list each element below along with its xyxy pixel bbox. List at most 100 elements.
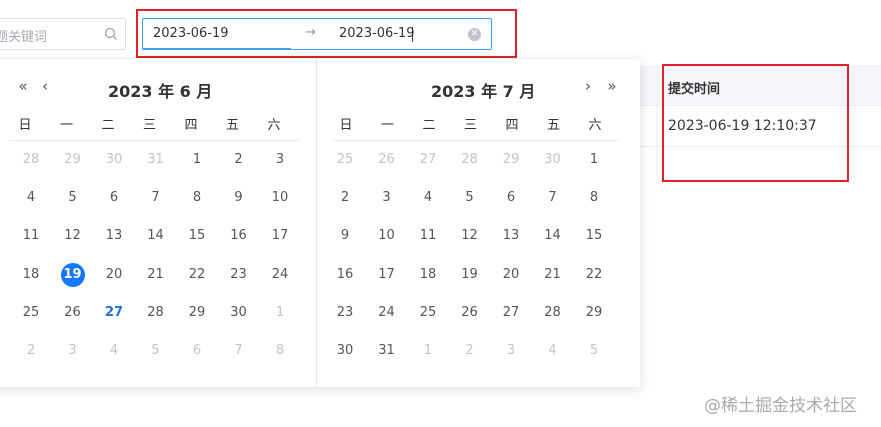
calendar-day[interactable]: 25 [16, 298, 46, 328]
next-year-icon[interactable]: » [603, 77, 621, 95]
calendar-day: 30 [105, 152, 123, 167]
weekday-header-right: 日一二三四五六 [331, 111, 621, 141]
weekday-label: 一 [59, 118, 73, 133]
calendar-day: 5 [589, 343, 599, 358]
calendar-day[interactable]: 14 [141, 221, 171, 251]
calendar-day: 1 [275, 304, 285, 320]
calendar-day[interactable]: 7 [141, 183, 171, 213]
calendar-day[interactable]: 17 [372, 260, 402, 290]
calendar-day[interactable]: 17 [265, 221, 295, 251]
calendar-day: 8 [275, 343, 285, 358]
calendar-day[interactable]: 16 [330, 260, 360, 290]
calendar-day[interactable]: 1 [579, 145, 609, 175]
calendar-day: 26 [378, 152, 395, 167]
calendar-day[interactable]: 13 [99, 221, 129, 251]
calendar-day[interactable]: 5 [455, 183, 485, 213]
calendar-day[interactable]: 10 [372, 221, 402, 251]
calendar-day[interactable]: 4 [16, 183, 46, 213]
calendar-day: 1 [423, 343, 433, 358]
calendar-title-right: 2023 年 7 月 [431, 82, 536, 101]
calendar-day[interactable]: 15 [579, 221, 609, 251]
next-month-icon[interactable]: › [579, 77, 597, 95]
weekday-label: 二 [101, 118, 115, 133]
calendar-day[interactable]: 4 [413, 183, 443, 213]
calendar-day[interactable]: 3 [372, 183, 402, 213]
calendar-day[interactable]: 3 [265, 145, 295, 175]
calendar-day-selected[interactable]: 19 [58, 260, 88, 290]
calendar-day[interactable]: 8 [182, 183, 212, 213]
weekday-label: 五 [546, 118, 560, 133]
calendar-day[interactable]: 21 [538, 260, 568, 290]
calendar-day: 29 [502, 152, 520, 167]
calendar-day[interactable]: 8 [579, 183, 609, 213]
weekday-label: 三 [463, 118, 477, 133]
weekday-header-left: 日一二三四五六 [10, 111, 300, 141]
search-placeholder: 题关键词 [0, 30, 48, 45]
calendar-day: 7 [234, 343, 243, 358]
calendar-day[interactable]: 7 [538, 183, 568, 213]
calendar-day[interactable]: 6 [99, 183, 129, 213]
calendar-day[interactable]: 27 [496, 298, 526, 328]
calendar-day[interactable]: 18 [413, 260, 443, 290]
calendar-day[interactable]: 26 [455, 298, 485, 328]
calendar-day[interactable]: 18 [16, 260, 46, 290]
calendar-day[interactable]: 24 [265, 260, 295, 290]
weekday-label: 六 [267, 118, 281, 133]
prev-month-icon[interactable]: ‹ [36, 77, 54, 95]
watermark: @稀土掘金技术社区 [704, 396, 857, 416]
search-input[interactable]: 题关键词 [0, 18, 126, 50]
calendar-day[interactable]: 30 [224, 298, 254, 328]
calendar-day[interactable]: 10 [265, 183, 295, 213]
calendar-day[interactable]: 25 [413, 298, 443, 328]
calendar-day[interactable]: 12 [58, 221, 88, 251]
calendar-day[interactable]: 19 [455, 260, 485, 290]
calendar-day: 2 [26, 343, 36, 358]
calendar-day[interactable]: 28 [141, 298, 171, 328]
calendar-day[interactable]: 24 [372, 298, 402, 328]
calendar-panel-july: 2023 年 7 月 › » 日一二三四五六 25 26 27 28 29 30 1 2 3 4 5… [316, 59, 642, 387]
calendar-day[interactable]: 29 [182, 298, 212, 328]
calendar-day[interactable]: 5 [58, 183, 88, 213]
calendar-day[interactable]: 14 [538, 221, 568, 251]
calendar-day[interactable]: 22 [182, 260, 212, 290]
calendar-day[interactable]: 1 [182, 145, 212, 175]
calendar-day[interactable]: 12 [455, 221, 485, 251]
calendar-day: 31 [147, 152, 164, 167]
calendar-day: 3 [506, 343, 516, 358]
search-icon[interactable] [103, 26, 119, 42]
calendar-day[interactable]: 15 [182, 221, 212, 251]
calendar-day: 6 [192, 343, 202, 358]
calendar-day[interactable]: 20 [496, 260, 526, 290]
calendar-day[interactable]: 30 [330, 336, 360, 366]
calendar-day[interactable]: 23 [224, 260, 254, 290]
calendar-title-left: 2023 年 6 月 [108, 82, 213, 101]
calendar-day-today[interactable]: 27 [99, 298, 129, 328]
calendar-day[interactable]: 16 [224, 221, 254, 251]
annotation-box-submit-time [662, 64, 849, 182]
calendar-day[interactable]: 13 [496, 221, 526, 251]
weekday-label: 日 [18, 118, 32, 133]
calendar-day[interactable]: 26 [58, 298, 88, 328]
prev-year-icon[interactable]: « [14, 77, 32, 95]
weekday-label: 六 [588, 118, 602, 133]
weekday-label: 四 [505, 118, 519, 133]
calendar-day[interactable]: 31 [372, 336, 402, 366]
calendar-day: 3 [68, 343, 77, 358]
weekday-label: 二 [422, 118, 436, 133]
calendar-day[interactable]: 28 [538, 298, 568, 328]
calendar-day[interactable]: 21 [141, 260, 171, 290]
calendar-day[interactable]: 11 [16, 221, 46, 251]
calendar-day[interactable]: 9 [224, 183, 254, 213]
calendar-day[interactable]: 29 [579, 298, 609, 328]
calendar-day[interactable]: 6 [496, 183, 526, 213]
calendar-day[interactable]: 20 [99, 260, 129, 290]
calendar-day[interactable]: 2 [330, 183, 360, 213]
calendar-day[interactable]: 23 [330, 298, 360, 328]
calendar-day[interactable]: 11 [413, 221, 443, 251]
calendar-day: 28 [22, 152, 40, 167]
calendar-day: 5 [151, 343, 160, 358]
calendar-day[interactable]: 9 [330, 221, 360, 251]
calendar-day[interactable]: 2 [224, 145, 254, 175]
calendar-day[interactable]: 22 [579, 260, 609, 290]
calendar-day: 4 [109, 343, 119, 358]
